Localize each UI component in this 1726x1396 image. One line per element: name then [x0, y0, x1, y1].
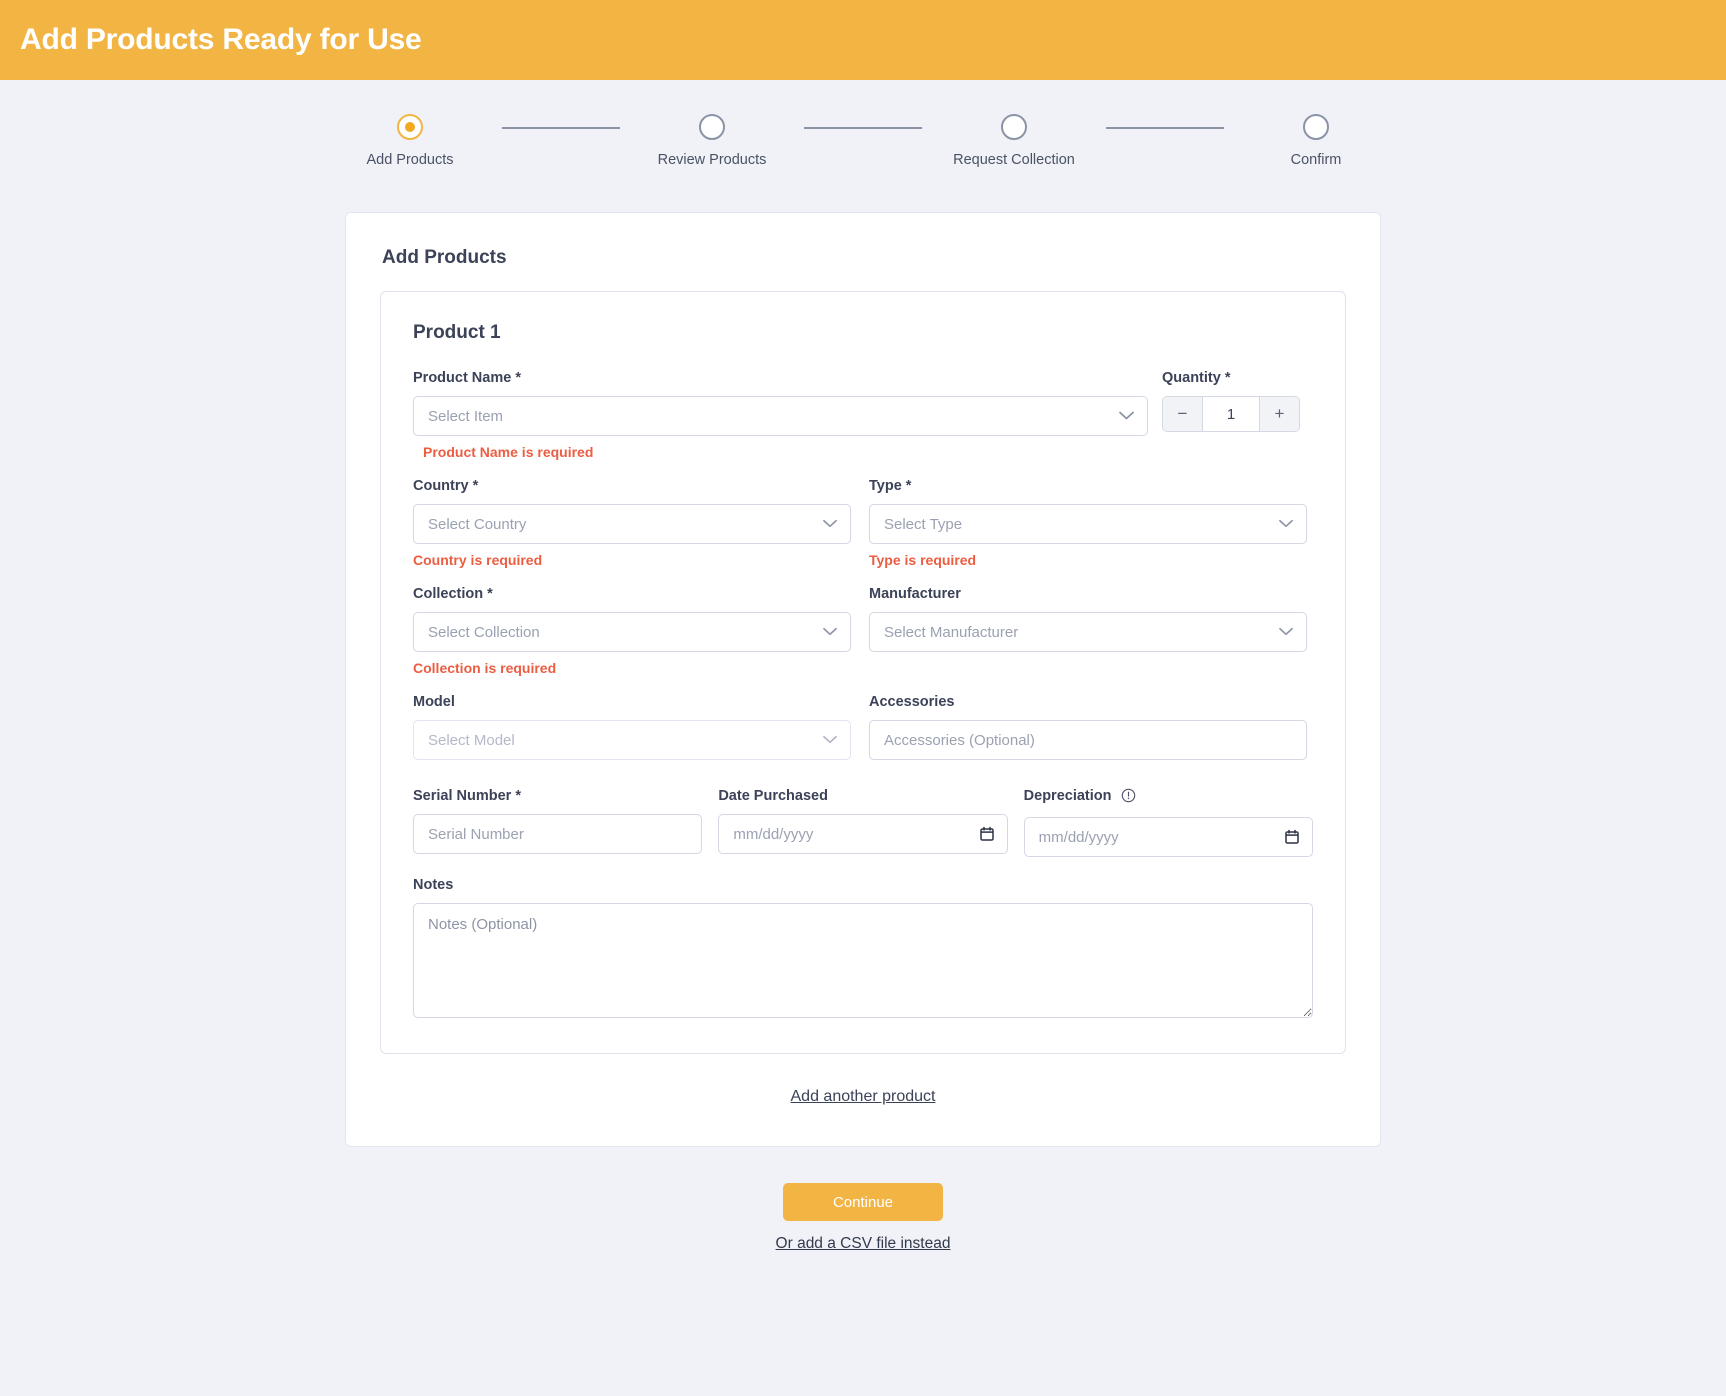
collection-manufacturer-row: Collection * Collection is required Manu…	[413, 586, 1313, 676]
collection-select[interactable]	[413, 612, 851, 652]
footer-actions: Continue Or add a CSV file instead	[776, 1183, 951, 1253]
model-accessories-row: Model Accessories	[413, 694, 1313, 760]
step-connector-1	[502, 127, 620, 129]
step-request-collection[interactable]: Request Collection	[922, 104, 1106, 168]
type-select-wrap	[869, 504, 1307, 544]
step-circle-request-collection	[1001, 114, 1027, 140]
quantity-field-group: Quantity * − +	[1162, 370, 1300, 432]
product-name-row: Product Name * Product Name is required …	[413, 370, 1313, 460]
collection-label: Collection *	[413, 586, 851, 602]
country-label: Country *	[413, 478, 851, 494]
app-header: Add Products Ready for Use	[0, 0, 1726, 80]
date-purchased-wrap	[718, 814, 1007, 854]
manufacturer-select[interactable]	[869, 612, 1307, 652]
csv-upload-link[interactable]: Or add a CSV file instead	[776, 1235, 951, 1253]
step-circle-review-products	[699, 114, 725, 140]
manufacturer-label: Manufacturer	[869, 586, 1307, 602]
accessories-label: Accessories	[869, 694, 1307, 710]
country-select[interactable]	[413, 504, 851, 544]
quantity-increment-button[interactable]: +	[1259, 397, 1299, 431]
add-another-product-wrap: Add another product	[380, 1088, 1346, 1106]
page-title: Add Products Ready for Use	[20, 23, 422, 57]
add-products-card: Add Products Product 1 Product Name * Pr…	[345, 212, 1381, 1147]
progress-stepper: Add Products Review Products Request Col…	[0, 80, 1726, 168]
product-name-field-group: Product Name * Product Name is required	[413, 370, 1148, 460]
manufacturer-field-group: Manufacturer	[869, 586, 1307, 676]
step-label-add-products: Add Products	[366, 152, 453, 168]
collection-select-wrap	[413, 612, 851, 652]
depreciation-field-group: Depreciation	[1024, 788, 1313, 857]
country-type-row: Country * Country is required Type *	[413, 478, 1313, 568]
add-another-product-link[interactable]: Add another product	[791, 1088, 936, 1106]
model-select[interactable]	[413, 720, 851, 760]
type-field-group: Type * Type is required	[869, 478, 1307, 568]
quantity-decrement-button[interactable]: −	[1163, 397, 1203, 431]
step-review-products[interactable]: Review Products	[620, 104, 804, 168]
step-dot-request-collection	[1009, 122, 1019, 132]
serial-number-label: Serial Number *	[413, 788, 702, 804]
serial-number-input[interactable]	[413, 814, 702, 854]
step-label-request-collection: Request Collection	[953, 152, 1075, 168]
step-circle-confirm	[1303, 114, 1329, 140]
step-add-products[interactable]: Add Products	[318, 104, 502, 168]
depreciation-input[interactable]	[1024, 817, 1313, 857]
step-dot-review-products	[707, 122, 717, 132]
product-name-select[interactable]	[413, 396, 1148, 436]
accessories-field-group: Accessories	[869, 694, 1307, 760]
type-label: Type *	[869, 478, 1307, 494]
depreciation-wrap	[1024, 817, 1313, 857]
quantity-input[interactable]	[1203, 397, 1259, 431]
serial-date-depreciation-row: Serial Number * Date Purchased	[413, 788, 1313, 857]
quantity-stepper: − +	[1162, 396, 1300, 432]
continue-button[interactable]: Continue	[783, 1183, 943, 1221]
accessories-input[interactable]	[869, 720, 1307, 760]
step-label-review-products: Review Products	[658, 152, 767, 168]
step-confirm[interactable]: Confirm	[1224, 104, 1408, 168]
date-purchased-label: Date Purchased	[718, 788, 1007, 804]
model-select-wrap	[413, 720, 851, 760]
manufacturer-select-wrap	[869, 612, 1307, 652]
step-label-confirm: Confirm	[1291, 152, 1342, 168]
step-connector-2	[804, 127, 922, 129]
product-name-error: Product Name is required	[423, 444, 1148, 460]
depreciation-label-text: Depreciation	[1024, 788, 1112, 804]
type-error: Type is required	[869, 552, 1307, 568]
product-name-select-wrap	[413, 396, 1148, 436]
collection-error: Collection is required	[413, 660, 851, 676]
product-form-1: Product 1 Product Name * Product Name is…	[380, 291, 1346, 1054]
step-connector-3	[1106, 127, 1224, 129]
collection-field-group: Collection * Collection is required	[413, 586, 851, 676]
notes-textarea[interactable]	[413, 903, 1313, 1018]
date-purchased-field-group: Date Purchased	[718, 788, 1007, 857]
model-label: Model	[413, 694, 851, 710]
date-purchased-input[interactable]	[718, 814, 1007, 854]
serial-number-field-group: Serial Number *	[413, 788, 702, 857]
country-select-wrap	[413, 504, 851, 544]
notes-label: Notes	[413, 877, 1313, 893]
type-select[interactable]	[869, 504, 1307, 544]
card-title: Add Products	[382, 247, 1346, 269]
country-field-group: Country * Country is required	[413, 478, 851, 568]
step-dot-confirm	[1311, 122, 1321, 132]
page-body: Add Products Product 1 Product Name * Pr…	[0, 168, 1726, 1253]
quantity-label: Quantity *	[1162, 370, 1300, 386]
step-dot-add-products	[405, 122, 415, 132]
notes-field-group: Notes	[413, 877, 1313, 1023]
country-error: Country is required	[413, 552, 851, 568]
model-field-group: Model	[413, 694, 851, 760]
exclamation-circle-icon[interactable]	[1121, 791, 1136, 807]
product-name-label: Product Name *	[413, 370, 1148, 386]
product-heading: Product 1	[413, 322, 1313, 344]
depreciation-label: Depreciation	[1024, 788, 1313, 807]
step-circle-add-products	[397, 114, 423, 140]
